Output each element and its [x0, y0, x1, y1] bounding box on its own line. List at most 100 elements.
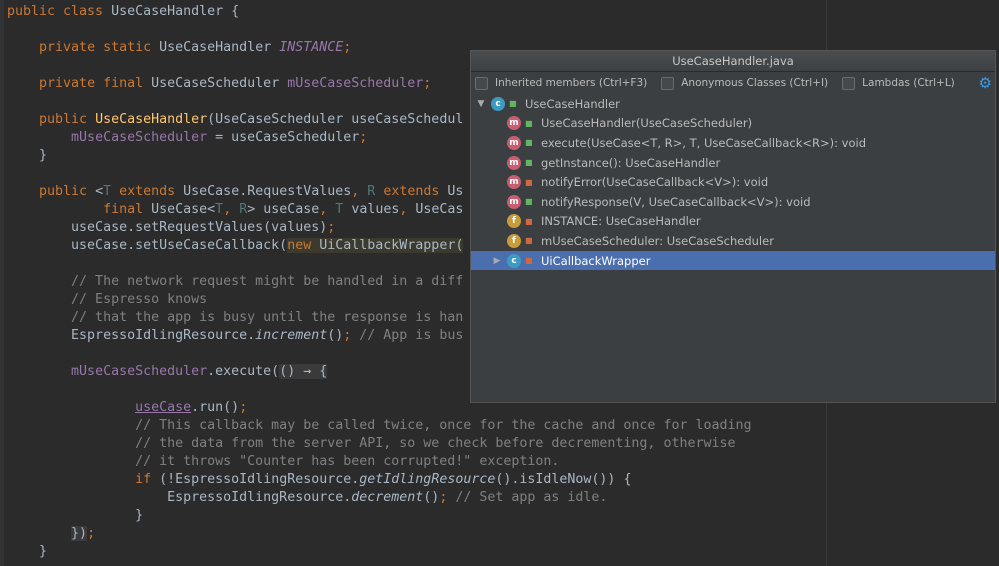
code-token: } — [7, 544, 48, 559]
code-line[interactable]: } — [7, 507, 752, 525]
code-token: T — [215, 202, 224, 217]
code-token: // that the app is busy until the respon… — [7, 310, 464, 325]
filter-bar: Inherited members (Ctrl+F3) Anonymous Cl… — [471, 72, 995, 94]
code-token: // Set app as idle. — [447, 490, 608, 505]
code-token: , — [319, 202, 336, 217]
tree-item[interactable]: m ■ notifyResponse(V, UseCaseCallback<V>):… — [471, 192, 995, 212]
collapsed-arrow-icon[interactable]: ▶ — [491, 256, 503, 266]
lambdas-checkbox[interactable]: Lambdas (Ctrl+L) — [842, 76, 955, 90]
code-token: }) — [71, 526, 88, 541]
checkbox-box[interactable] — [661, 76, 675, 90]
checkbox-box[interactable] — [475, 76, 488, 90]
private-lock-icon: ■ — [525, 236, 533, 246]
checkbox-label: Anonymous Classes (Ctrl+I) — [681, 77, 829, 89]
tree-item-label: UseCaseHandler(UseCaseScheduler) — [541, 116, 753, 131]
method-icon: m — [507, 175, 521, 190]
code-token: EspressoIdlingResource. — [7, 490, 352, 505]
code-line[interactable]: // the data from the server API, so we c… — [7, 435, 752, 453]
class-icon: c — [507, 253, 521, 268]
code-token: values — [343, 202, 400, 217]
code-token: T — [103, 184, 120, 199]
code-token: // The network request might be handled … — [7, 274, 464, 289]
public-lock-open-icon: ■ — [525, 138, 533, 148]
code-token: ; — [343, 40, 352, 55]
code-token: UseCase< — [151, 202, 216, 217]
code-token: private static — [39, 40, 160, 55]
tree-item-label: INSTANCE: UseCaseHandler — [541, 214, 701, 229]
code-token: mUseCaseScheduler — [71, 364, 208, 379]
code-token: useCase.setUseCaseCallback( — [7, 238, 288, 253]
code-line[interactable]: // it throws "Counter has been corrupted… — [7, 453, 752, 471]
checkbox-label: Inherited members (Ctrl+F3) — [495, 77, 648, 89]
structure-tree: ▼ c ■ UseCaseHandler m ■ UseCaseHandler(UseCas… — [471, 94, 995, 271]
file-structure-popup: UseCaseHandler.java Inherited members (C… — [470, 50, 996, 403]
code-token: getIdlingResource — [359, 472, 496, 487]
code-token: () — [327, 328, 344, 343]
code-token: UiCallbackWrapper( — [319, 238, 464, 253]
code-token: (UseCaseScheduler useCaseSchedul — [207, 112, 464, 127]
method-icon: m — [507, 116, 521, 131]
code-token: , — [399, 202, 416, 217]
code-line[interactable]: EspressoIdlingResource.decrement(); // S… — [7, 489, 752, 507]
method-icon: m — [507, 135, 521, 150]
code-token: public — [39, 184, 96, 199]
code-line[interactable]: if (!EspressoIdlingResource.getIdlingRes… — [7, 471, 752, 489]
inherited-members-checkbox[interactable]: Inherited members (Ctrl+F3) — [475, 76, 648, 90]
code-token: < — [95, 184, 104, 199]
code-token: (!EspressoIdlingResource. — [159, 472, 360, 487]
code-token: () — [423, 490, 440, 505]
tree-item-label: notifyError(UseCaseCallback<V>): void — [541, 175, 769, 190]
gear-icon[interactable]: ⚙ — [979, 74, 992, 92]
code-token: // App is bus — [351, 328, 464, 343]
tree-item[interactable]: f ■ mUseCaseScheduler: UseCaseScheduler — [471, 231, 995, 251]
code-token: decrement — [351, 490, 424, 505]
anonymous-classes-checkbox[interactable]: Anonymous Classes (Ctrl+I) — [661, 76, 829, 90]
code-line[interactable]: } — [7, 543, 752, 561]
code-token: () → { — [279, 364, 328, 379]
tree-item[interactable]: m ■ execute(UseCase<T, R>, T, UseCaseCallb… — [471, 133, 995, 153]
public-lock-open-icon: ■ — [525, 197, 533, 207]
code-token: final — [103, 202, 152, 217]
code-token: UseCaseHandler — [159, 40, 280, 55]
code-token: UseCaseHandler — [95, 112, 208, 127]
code-token: extends — [375, 184, 448, 199]
code-line[interactable]: }); — [7, 525, 752, 543]
tree-item[interactable]: ▼ c ■ UseCaseHandler — [471, 94, 995, 114]
code-token: new — [287, 238, 320, 253]
code-line[interactable]: // This callback may be called twice, on… — [7, 417, 751, 435]
private-lock-icon: ■ — [525, 177, 533, 187]
tree-item-label: UiCallbackWrapper — [541, 253, 651, 268]
tree-item-label: execute(UseCase<T, R>, T, UseCaseCallbac… — [541, 135, 866, 150]
class-icon: c — [491, 96, 505, 111]
code-line[interactable]: public class UseCaseHandler { — [7, 3, 752, 21]
code-token: } — [7, 148, 48, 163]
popup-title: UseCaseHandler.java — [471, 51, 995, 72]
method-icon: m — [507, 155, 521, 170]
code-token: // it throws "Counter has been corrupted… — [7, 454, 560, 469]
tree-item[interactable]: m ■ UseCaseHandler(UseCaseScheduler) — [471, 114, 995, 134]
tree-item[interactable]: ▶ c ■ UiCallbackWrapper — [471, 250, 995, 271]
code-token: ; — [327, 220, 336, 235]
checkbox-label: Lambdas (Ctrl+L) — [862, 77, 955, 89]
code-token: , — [351, 184, 368, 199]
tree-item[interactable]: f ■ INSTANCE: UseCaseHandler — [471, 212, 995, 232]
expanded-arrow-icon[interactable]: ▼ — [475, 99, 487, 109]
code-token: .run() — [191, 400, 240, 415]
field-icon: f — [507, 214, 521, 229]
tree-item-label: getInstance(): UseCaseHandler — [541, 155, 721, 170]
public-lock-open-icon: ■ — [525, 118, 533, 128]
private-lock-icon: ■ — [525, 256, 533, 266]
code-token: .execute( — [207, 364, 280, 379]
checkbox-box[interactable] — [842, 76, 856, 90]
code-token: EspressoIdlingResource. — [7, 328, 256, 343]
tree-item[interactable]: m ■ getInstance(): UseCaseHandler — [471, 153, 995, 173]
code-token: ; — [239, 400, 248, 415]
tree-item[interactable]: m ■ notifyError(UseCaseCallback<V>): void — [471, 172, 995, 192]
code-token: UseCaseScheduler — [151, 76, 288, 91]
